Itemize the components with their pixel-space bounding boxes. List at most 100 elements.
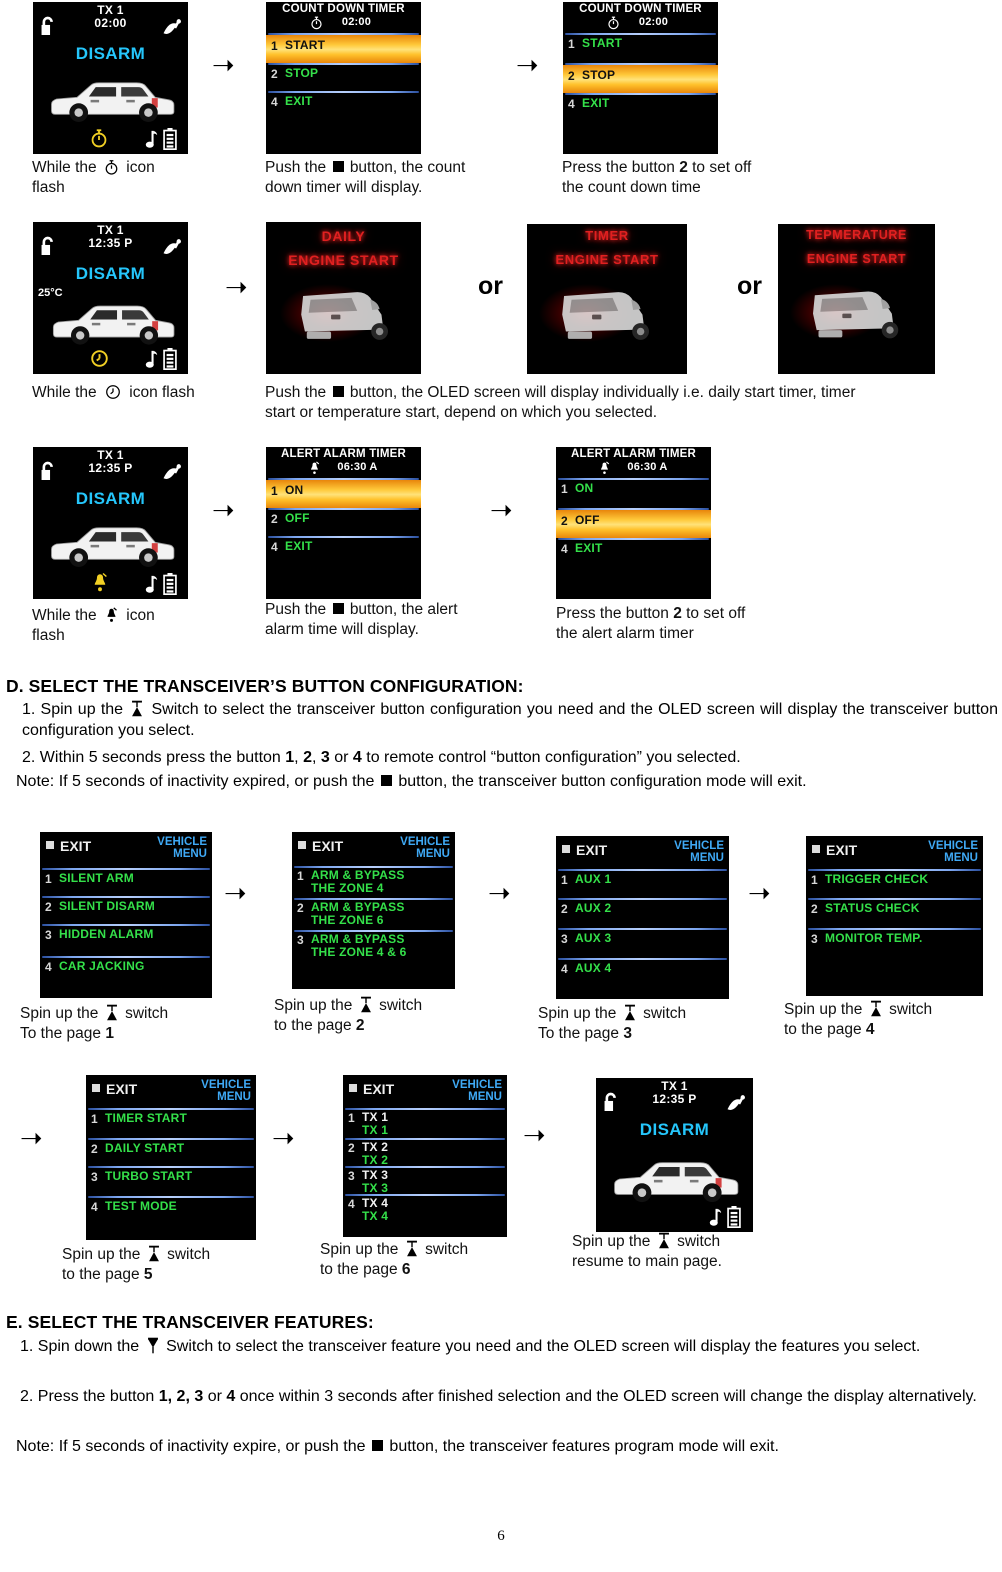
caption-text: the count down time bbox=[562, 179, 701, 197]
row-divider bbox=[558, 478, 709, 480]
countdown-subtime: 02:00 bbox=[638, 16, 669, 28]
row-divider bbox=[558, 928, 727, 930]
menu-exit-label: EXIT bbox=[92, 1081, 137, 1097]
page-number: 1 bbox=[105, 1025, 114, 1043]
caption-text: icon flash bbox=[129, 384, 195, 401]
row-label: EXIT bbox=[285, 94, 313, 108]
spin-up-switch-icon bbox=[131, 700, 143, 717]
row-label: START bbox=[285, 38, 326, 52]
menu-row: 3 HIDDEN ALARM bbox=[45, 927, 154, 942]
button-numbers: 1, 2, 3 bbox=[158, 1388, 204, 1405]
vehicle-illustration bbox=[43, 70, 179, 128]
countdown-row-start: 1 START bbox=[568, 36, 622, 51]
menu-row: 3 MONITOR TEMP. bbox=[811, 931, 923, 946]
menu-row: 1 ARM & BYPASS THE ZONE 4 bbox=[297, 868, 405, 896]
square-button-icon bbox=[332, 386, 344, 397]
or-label-2: or bbox=[737, 272, 762, 300]
row-label: AUX 3 bbox=[575, 931, 612, 945]
caption-menu-page-5: Spin up the switch to the page 5 bbox=[62, 1245, 272, 1286]
caption-row3-col1: While the icon flash bbox=[32, 606, 232, 647]
alert-subtime: 06:30 A bbox=[627, 461, 668, 473]
body-text: 2. Within 5 seconds press the button bbox=[22, 749, 281, 766]
row-label: ARM & BYPASS THE ZONE 4 & 6 bbox=[311, 932, 407, 960]
row-number: 4 bbox=[561, 962, 568, 976]
row-label: SILENT ARM bbox=[59, 871, 134, 885]
row-label: STOP bbox=[582, 68, 616, 82]
status-screen-countdown: TX 1 02:00 DISARM bbox=[33, 2, 188, 154]
row-number: 4 bbox=[271, 95, 278, 109]
row-number: 1 bbox=[568, 37, 575, 51]
menu-title: VEHICLE MENU bbox=[400, 836, 450, 860]
countdown-screen-stop-highlighted: COUNT DOWN TIMER 02:00 1 START 2 STOP 4 … bbox=[563, 2, 718, 154]
row-number: 3 bbox=[45, 928, 52, 942]
page-number: 2 bbox=[355, 1017, 365, 1035]
button-number: 3 bbox=[320, 749, 330, 766]
battery-icon bbox=[163, 573, 177, 595]
vehicle-illustration bbox=[43, 515, 179, 573]
row-number: 2 bbox=[568, 69, 575, 83]
caption-text: Spin up the bbox=[538, 1005, 617, 1022]
caption-row1-col2: Push the button, the count down timer wi… bbox=[265, 158, 525, 199]
menu-title: VEHICLE MENU bbox=[928, 840, 978, 864]
body-text: Note: If 5 seconds of inactivity expire,… bbox=[16, 1438, 366, 1455]
satellite-icon bbox=[725, 1094, 747, 1116]
row-divider bbox=[558, 538, 709, 540]
music-note-icon bbox=[145, 575, 158, 594]
spin-up-switch-icon bbox=[148, 1245, 160, 1262]
spin-up-switch-icon bbox=[658, 1232, 670, 1249]
menu-exit-label: EXIT bbox=[812, 842, 857, 858]
engine-start-line1: TEPMERATURE bbox=[806, 228, 907, 242]
section-e-note: Note: If 5 seconds of inactivity expire,… bbox=[16, 1437, 1000, 1458]
status-mode-label: DISARM bbox=[75, 264, 146, 283]
caption-text: to the page bbox=[784, 1021, 862, 1039]
battery-icon bbox=[727, 1206, 741, 1228]
row-divider bbox=[808, 869, 981, 871]
engine-start-line2: ENGINE START bbox=[288, 252, 399, 268]
square-button-icon bbox=[298, 841, 306, 849]
menu-row: 2 DAILY START bbox=[91, 1141, 184, 1156]
row-number: 4 bbox=[561, 542, 568, 556]
countdown-row-exit: 4 EXIT bbox=[568, 96, 609, 111]
spin-up-switch-icon bbox=[870, 1000, 882, 1017]
caption-text: switch bbox=[677, 1233, 721, 1250]
row-number: 1 bbox=[91, 1112, 98, 1126]
row-number: 1 bbox=[348, 1111, 355, 1125]
unlock-icon bbox=[603, 1092, 620, 1113]
row-label: ARM & BYPASS THE ZONE 4 bbox=[311, 868, 405, 896]
vehicle-menu-page-5: EXIT VEHICLE MENU 1 TIMER START 2 DAILY … bbox=[86, 1075, 256, 1240]
status-mode-label: DISARM bbox=[75, 489, 146, 508]
caption-text: to set off bbox=[692, 159, 752, 176]
body-text: button, the transceiver button configura… bbox=[398, 773, 807, 790]
row-number: 2 bbox=[561, 902, 568, 916]
row-number: 4 bbox=[271, 540, 278, 554]
satellite-icon bbox=[161, 238, 183, 260]
body-text: 1. Spin down the bbox=[20, 1338, 140, 1355]
flow-arrow: ➝ bbox=[523, 1120, 546, 1151]
menu-row: 4 TEST MODE bbox=[91, 1199, 177, 1214]
vehicle-menu-page-3: EXIT VEHICLE MENU 1 AUX 1 2 AUX 2 3 AUX … bbox=[556, 836, 729, 999]
alert-title: ALERT ALARM TIMER bbox=[281, 448, 406, 460]
row-number: 2 bbox=[45, 900, 52, 914]
body-text: or bbox=[207, 1388, 222, 1405]
caption-text: Spin up the bbox=[320, 1241, 399, 1258]
caption-text: to the page bbox=[274, 1017, 352, 1035]
satellite-icon bbox=[161, 18, 183, 40]
row-divider bbox=[558, 958, 727, 960]
row-label: TX 2 TX 2 bbox=[362, 1140, 389, 1168]
vehicle-rear-illustration bbox=[290, 274, 402, 346]
caption-text: Push the bbox=[265, 601, 327, 618]
caption-text: While the bbox=[32, 159, 97, 176]
caption-menu-page-1: Spin up the switch To the page 1 bbox=[20, 1004, 230, 1045]
row-label: TEST MODE bbox=[105, 1199, 177, 1213]
row-number: 1 bbox=[561, 873, 568, 887]
row-label: TURBO START bbox=[105, 1169, 193, 1183]
row-divider bbox=[268, 91, 419, 93]
caption-text: start or temperature start, depend on wh… bbox=[265, 404, 658, 422]
countdown-row-stop: 2 STOP bbox=[563, 65, 718, 93]
satellite-icon bbox=[161, 463, 183, 485]
unlock-icon bbox=[40, 461, 57, 482]
caption-text: While the bbox=[32, 607, 97, 624]
row-divider bbox=[42, 896, 210, 898]
engine-start-line2: ENGINE START bbox=[555, 252, 659, 267]
button-number: 4 bbox=[352, 749, 362, 766]
